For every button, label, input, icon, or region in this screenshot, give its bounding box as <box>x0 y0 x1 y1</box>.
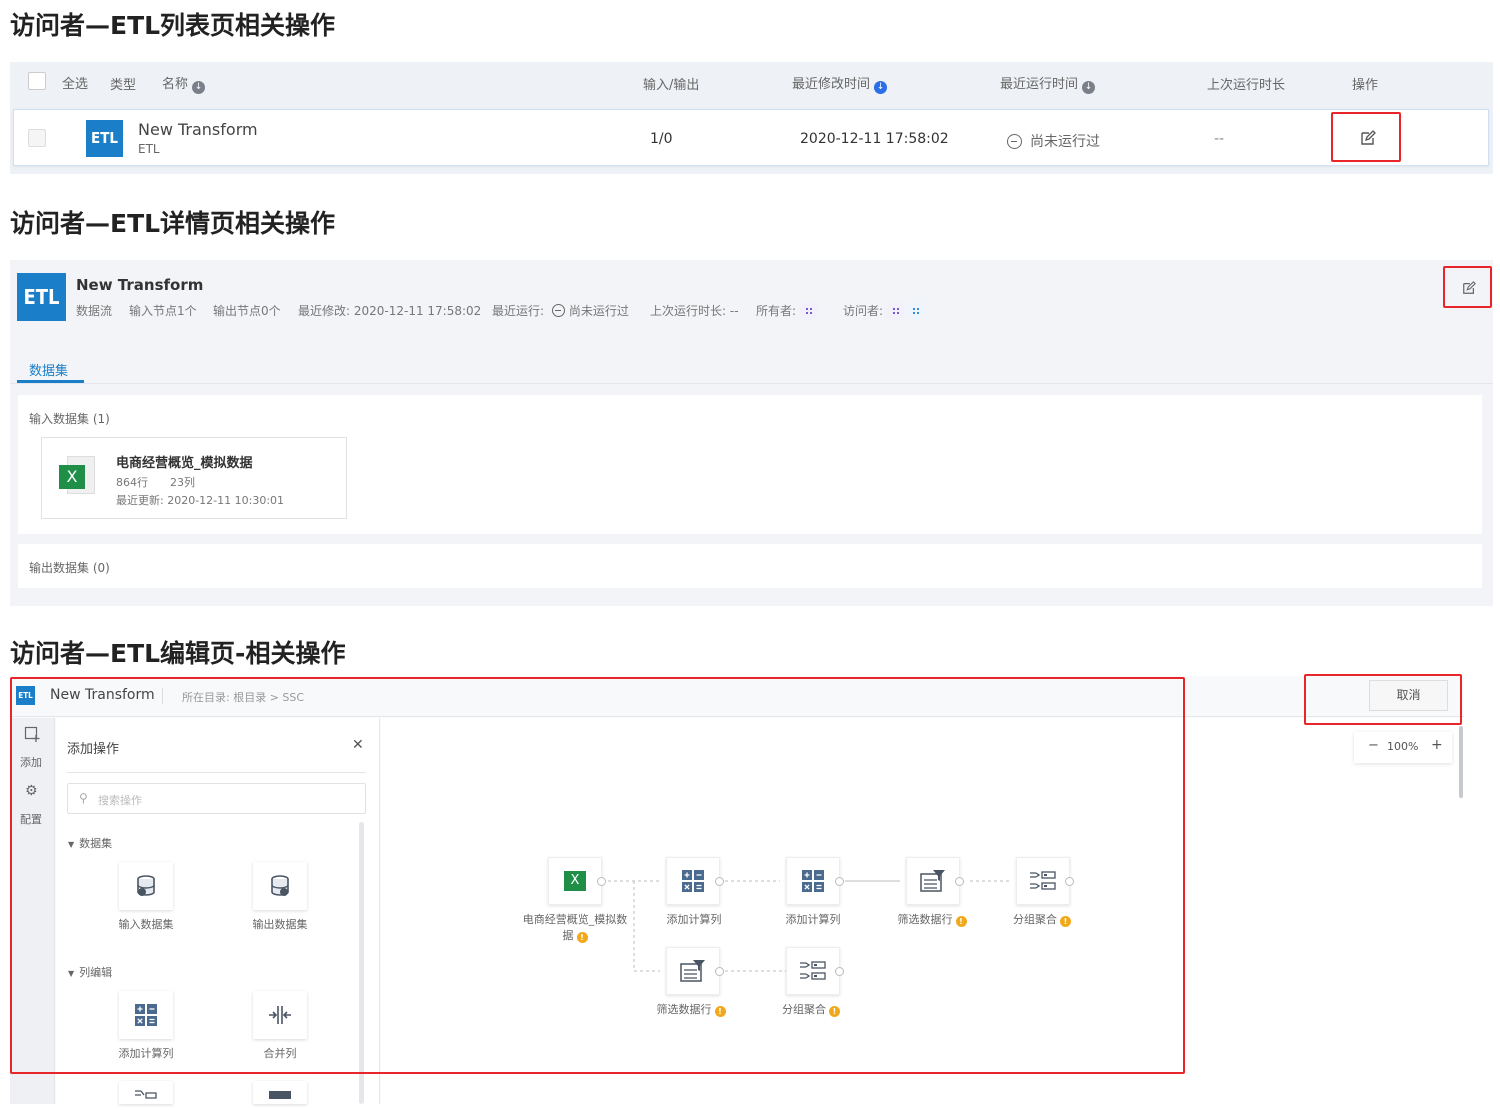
meta-outputs: 输出节点0个 <box>213 304 281 318</box>
input-dataset-card: 输入数据集 (1) X 电商经营概览_模拟数据 864行 23列 最近更新: 2… <box>18 395 1482 534</box>
tab-dataset[interactable]: 数据集 <box>29 360 68 379</box>
row-name[interactable]: New Transform <box>138 120 258 139</box>
meta-kind: 数据流 <box>76 304 113 318</box>
section-title-list: 访问者—ETL列表页相关操作 <box>10 11 336 40</box>
section-title-edit: 访问者—ETL编辑页-相关操作 <box>10 639 346 668</box>
header-type[interactable]: 类型 <box>110 74 136 93</box>
tab-indicator <box>17 380 84 383</box>
etl-type-icon: ETL <box>86 120 123 157</box>
highlight-detail-edit <box>1443 266 1492 308</box>
row-last-run: 尚未运行过 <box>1007 131 1100 151</box>
header-select-all[interactable]: 全选 <box>62 73 88 92</box>
output-dataset-card: 输出数据集 (0) <box>18 544 1482 588</box>
dataset-name[interactable]: 电商经营概览_模拟数据 <box>116 452 253 471</box>
highlight-cancel <box>1304 674 1462 725</box>
dataset-rows: 864行 <box>116 476 148 489</box>
meta-duration: 上次运行时长: -- <box>650 304 739 318</box>
header-name[interactable]: 名称 ↓ <box>162 73 206 94</box>
header-action: 操作 <box>1352 78 1379 93</box>
highlight-editor-area <box>10 677 1185 1074</box>
meta-modified: 最近修改: 2020-12-11 17:58:02 <box>298 304 482 318</box>
section-title-detail: 访问者—ETL详情页相关操作 <box>10 209 336 238</box>
table-row[interactable]: ETL New Transform ETL 1/0 2020-12-11 17:… <box>13 109 1489 166</box>
row-modified: 2020-12-11 17:58:02 <box>800 131 949 147</box>
meta-visitor: 访问者: <box>843 302 926 320</box>
row-subtype: ETL <box>138 142 160 156</box>
excel-file-icon: X <box>59 456 99 496</box>
meta-inputs: 输入节点1个 <box>129 304 197 318</box>
input-dataset-header: 输入数据集 (1) <box>29 412 110 426</box>
visitor-avatar[interactable] <box>907 302 926 320</box>
header-duration: 上次运行时长 <box>1207 78 1286 93</box>
row-io: 1/0 <box>650 131 673 147</box>
dataset-updated: 最近更新: 2020-12-11 10:30:01 <box>116 494 285 507</box>
sort-icon[interactable]: ↓ <box>192 81 206 94</box>
dataset-item[interactable]: X 电商经营概览_模拟数据 864行 23列 最近更新: 2020-12-11 … <box>41 437 347 519</box>
not-run-icon <box>551 304 565 317</box>
header-last-run[interactable]: 最近运行时间 ↓ <box>1000 73 1096 94</box>
owner-avatar[interactable] <box>800 302 819 320</box>
list-panel: 全选 类型 名称 ↓ 输入/输出 最近修改时间 ↓ 最近运行时间 ↓ 上次运行时长 操… <box>10 62 1493 174</box>
etl-type-icon: ETL <box>17 273 66 321</box>
header-io: 输入/输出 <box>643 78 700 93</box>
sort-icon[interactable]: ↓ <box>1082 81 1096 94</box>
row-checkbox[interactable] <box>28 129 46 147</box>
sort-active-icon[interactable]: ↓ <box>874 81 888 94</box>
dataset-cols: 23列 <box>170 476 195 489</box>
header-modified[interactable]: 最近修改时间 ↓ <box>792 73 888 94</box>
meta-last-run: 最近运行: 尚未运行过 <box>492 304 629 318</box>
highlight-list-edit <box>1331 112 1401 162</box>
detail-title: New Transform <box>76 276 204 294</box>
visitor-avatar[interactable] <box>887 302 906 320</box>
not-run-icon <box>1007 134 1022 149</box>
select-all-checkbox[interactable] <box>28 72 46 90</box>
output-dataset-header: 输出数据集 (0) <box>29 561 110 575</box>
meta-owner: 所有者: <box>756 302 819 320</box>
row-duration: -- <box>1214 131 1225 147</box>
